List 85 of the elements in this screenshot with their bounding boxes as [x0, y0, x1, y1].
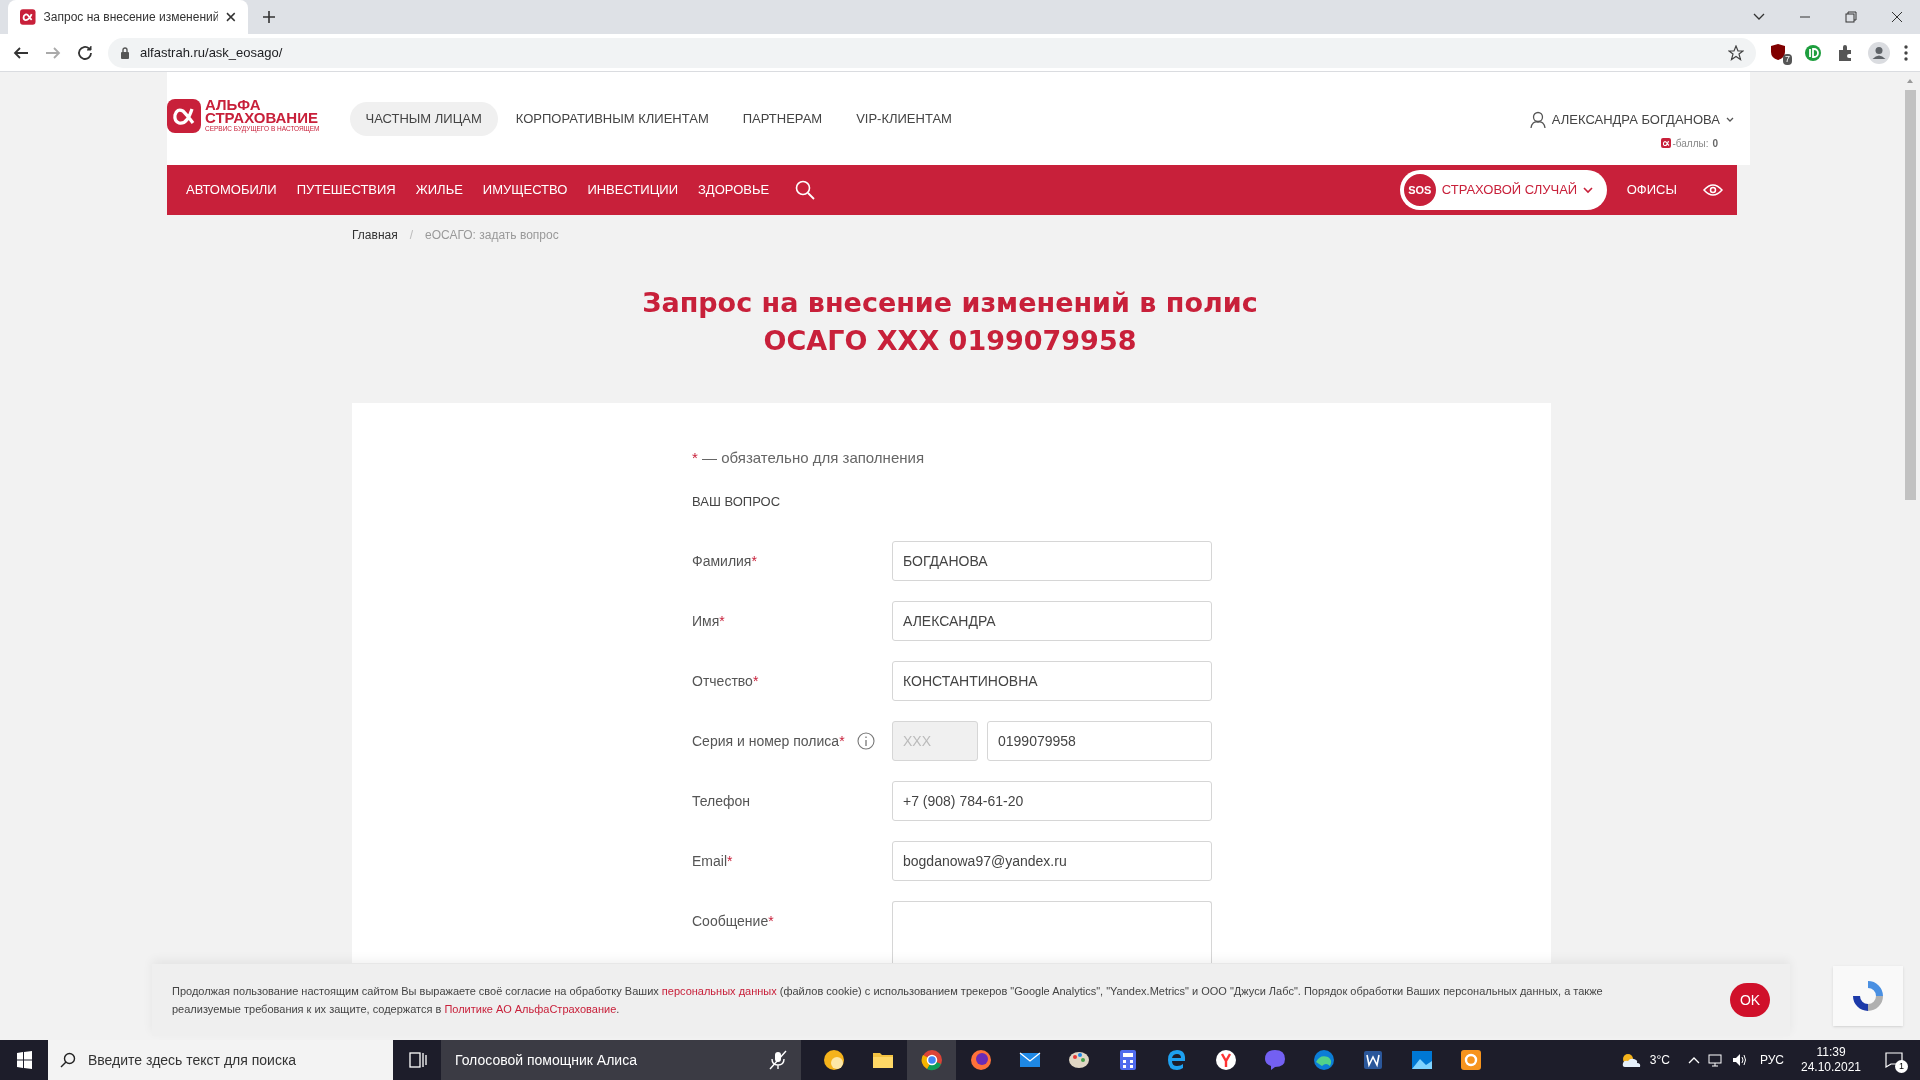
audience-tab[interactable]: КОРПОРАТИВНЫМ КЛИЕНТАМ	[499, 102, 725, 136]
page-title: ОСАГО XXX 0199079958	[763, 324, 1137, 358]
input-field[interactable]: bogdanowa97@yandex.ru	[892, 841, 1212, 881]
user-menu[interactable]: АЛЕКСАНДРА БОГДАНОВА	[1529, 110, 1734, 130]
nav-link[interactable]: ИНВЕСТИЦИИ	[587, 180, 678, 200]
search-icon[interactable]	[795, 180, 816, 200]
temperature-text: 3°C	[1649, 1052, 1670, 1069]
y-browser-icon	[1213, 1048, 1238, 1072]
insurance-case-button[interactable]: SOS СТРАХОВОЙ СЛУЧАЙ	[1399, 170, 1607, 210]
chat-icon	[1885, 1052, 1903, 1068]
audience-tab[interactable]: ПАРТНЕРАМ	[726, 102, 839, 136]
circle-extension-icon[interactable]	[1804, 43, 1822, 62]
field-label: Серия и номер полиса*	[692, 731, 845, 751]
chevron-down-icon	[1582, 186, 1593, 194]
sos-badge: SOS	[1401, 172, 1438, 208]
search-icon	[60, 1052, 76, 1068]
field-label: Имя*	[692, 611, 725, 631]
voice-assistant-bar[interactable]: Голосовой помощник Алиса	[441, 1040, 801, 1080]
field-label: Отчество*	[692, 671, 759, 691]
alpha-icon	[1661, 138, 1672, 148]
breadcrumb-link[interactable]: Главная	[352, 226, 398, 244]
field-label: Email*	[692, 851, 733, 871]
section-heading: ВАШ ВОПРОС	[692, 492, 782, 511]
points-value: 0	[1712, 136, 1718, 151]
audience-tab[interactable]: VIP-КЛИЕНТАМ	[840, 102, 968, 136]
recaptcha-icon	[1850, 978, 1886, 1014]
language-indicator[interactable]: РУС	[1759, 1051, 1784, 1069]
policy-number-field[interactable]: 0199079958	[987, 721, 1212, 761]
extension-badge: 7	[1783, 53, 1792, 65]
browser-icon	[919, 1048, 944, 1072]
weather-app-icon	[821, 1048, 846, 1072]
url-text: alfastrah.ru/ask_eosago/	[140, 44, 283, 60]
ring-app-icon	[1458, 1048, 1483, 1072]
taskbar-clock[interactable]: 11:39 24.10.2021	[1796, 1045, 1866, 1075]
taskbar-search-field[interactable]: Введите здесь текст для поиска	[48, 1040, 393, 1080]
new-tab-icon[interactable]	[262, 10, 276, 24]
info-icon[interactable]	[856, 732, 875, 750]
notification-center[interactable]: 1	[1874, 1045, 1914, 1075]
puzzle-icon[interactable]	[1836, 43, 1854, 62]
points-label: -баллы:	[1672, 136, 1709, 151]
audience-tab[interactable]: ЧАСТНЫМ ЛИЦАМ	[349, 102, 498, 136]
field-label: Телефон	[692, 791, 751, 811]
message-field[interactable]	[892, 901, 1212, 963]
wave-browser-icon	[1311, 1048, 1336, 1072]
network-icon[interactable]	[1707, 1053, 1724, 1067]
nav-link[interactable]: ЖИЛЬЕ	[415, 180, 463, 200]
speaker-icon[interactable]	[1731, 1053, 1748, 1067]
address-bar[interactable]: alfastrah.ru/ask_eosago/	[108, 37, 1756, 68]
eye-icon[interactable]	[1703, 183, 1723, 197]
page-title: Запрос на внесение изменений в полис	[642, 286, 1258, 320]
shield-icon	[1770, 42, 1786, 61]
profile-icon[interactable]	[1868, 41, 1890, 64]
chevron-down-icon	[1726, 116, 1734, 123]
star-icon[interactable]	[1728, 44, 1744, 61]
field-label: Сообщение*	[692, 911, 774, 931]
close-icon[interactable]	[226, 12, 236, 22]
input-field[interactable]: БОГДАНОВА	[892, 541, 1212, 581]
menu-icon[interactable]	[1904, 44, 1908, 61]
photos-icon	[1409, 1048, 1434, 1072]
logo-icon	[20, 9, 36, 25]
back-arrow-icon[interactable]	[12, 44, 30, 61]
browser-tab[interactable]: Запрос на внесение изменений	[8, 0, 248, 34]
input-field[interactable]: КОНСТАНТИНОВНА	[892, 661, 1212, 701]
shield-extension-icon[interactable]: 7	[1770, 42, 1790, 63]
reload-icon[interactable]	[76, 43, 94, 62]
taskbar-app[interactable]	[907, 1040, 956, 1080]
user-icon	[1529, 110, 1546, 129]
scrollbar-thumb[interactable]	[1904, 90, 1916, 500]
muted-microphone-icon[interactable]	[769, 1050, 787, 1070]
ok-button[interactable]: OK	[1730, 983, 1770, 1017]
required-note: * — обязательно для заполнения	[692, 448, 926, 468]
field-label: Фамилия*	[692, 551, 757, 571]
nav-link[interactable]: ИМУЩЕСТВО	[482, 180, 568, 200]
nav-link[interactable]: АВТОМОБИЛИ	[186, 180, 277, 200]
nav-link[interactable]: ОФИСЫ	[1626, 180, 1677, 200]
input-field[interactable]: АЛЕКСАНДРА	[892, 601, 1212, 641]
nav-link[interactable]: ПУТЕШЕСТВИЯ	[296, 180, 396, 200]
lock-icon[interactable]	[120, 46, 130, 59]
input-field[interactable]: +7 (908) 784-61-20	[892, 781, 1212, 821]
cookie-notice: Продолжая пользование настоящим сайтом Вы выражаете своё согласие на обработку Ваших персональных данных (файлов cookie) с использованием трекеров "Google Analytics", "Yandex.Metrics" и ООО "Джуси Лабс". Порядок обработки Ваших персональных данных, а также реализуемые требования к их защите, содержатся в Политике АО АльфаСтрахование.	[172, 984, 1604, 1017]
chevron-up-icon[interactable]	[1687, 1056, 1700, 1064]
text-link[interactable]: персональных данных	[661, 985, 777, 997]
messenger-icon	[1262, 1048, 1287, 1072]
breadcrumb-separator: /	[409, 227, 414, 244]
nav-link[interactable]: ЗДОРОВЬЕ	[698, 180, 770, 200]
